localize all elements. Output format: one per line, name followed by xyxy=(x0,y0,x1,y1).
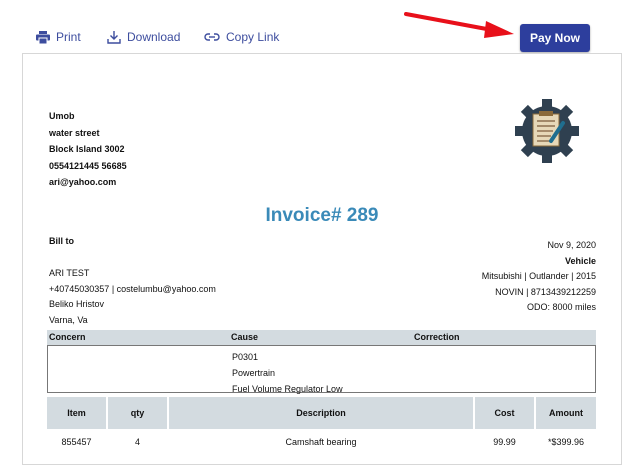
bill-to-info: ARI TEST +40745030357 | costelumbu@yahoo… xyxy=(49,266,216,328)
company-phone: 0554121445 56685 xyxy=(49,160,127,171)
bill-to-location: Varna, Va xyxy=(49,314,88,325)
company-logo xyxy=(515,99,579,163)
bill-to-contact: +40745030357 | costelumbu@yahoo.com xyxy=(49,283,216,294)
company-info: Umob water street Block Island 3002 0554… xyxy=(49,108,127,191)
vehicle-label: Vehicle xyxy=(564,255,596,266)
concern-table-header: Concern Cause Correction xyxy=(47,330,596,345)
vehicle-model: Mitsubishi | Outlander | 2015 xyxy=(481,271,596,281)
items-table-header: Item qty Description Cost Amount xyxy=(47,397,596,429)
vehicle-odo: ODO: 8000 miles xyxy=(526,302,596,312)
qty-cell: 4 xyxy=(134,437,140,447)
concern-table-body: P0301 Powertrain Fuel Volume Regulator L… xyxy=(47,345,596,394)
invoice-title: Invoice# 289 xyxy=(265,205,379,226)
copy-link-button[interactable]: Copy Link xyxy=(204,30,279,44)
cost-cell: 99.99 xyxy=(493,437,516,447)
concern-header: Concern xyxy=(49,332,86,342)
cause-line: Powertrain xyxy=(232,368,276,378)
vehicle-vin: NOVIN | 8713439212259 xyxy=(495,286,596,297)
toolbar: Print Download Copy Link Pay Now xyxy=(0,0,630,56)
description-cell: Camshaft bearing xyxy=(285,437,357,447)
bill-to-person: Beliko Hristov xyxy=(49,299,105,309)
description-header: Description xyxy=(169,397,473,429)
amount-header: Amount xyxy=(536,397,596,429)
cause-line: P0301 xyxy=(232,352,259,362)
pay-now-button[interactable]: Pay Now xyxy=(520,24,590,52)
item-cell: 855457 xyxy=(61,437,92,447)
company-street: water street xyxy=(49,127,100,138)
company-name: Umob xyxy=(49,111,75,121)
invoice-document: Umob water street Block Island 3002 0554… xyxy=(22,53,622,465)
link-icon xyxy=(204,32,220,42)
cause-cell: P0301 Powertrain Fuel Volume Regulator L… xyxy=(232,349,343,397)
print-button[interactable]: Print xyxy=(36,30,81,44)
cause-line: Fuel Volume Regulator Low xyxy=(232,384,343,394)
qty-header: qty xyxy=(108,397,167,429)
download-icon xyxy=(107,30,121,44)
correction-header: Correction xyxy=(414,332,460,342)
bill-to-label: Bill to xyxy=(49,236,74,246)
bill-to-name: ARI TEST xyxy=(49,268,90,278)
printer-icon xyxy=(36,30,50,44)
company-city: Block Island 3002 xyxy=(49,144,125,154)
print-label: Print xyxy=(56,30,81,44)
copy-link-label: Copy Link xyxy=(226,30,280,44)
invoice-date: Nov 9, 2020 xyxy=(547,240,596,250)
company-email: ari@yahoo.com xyxy=(49,177,117,187)
download-button[interactable]: Download xyxy=(107,30,180,44)
cost-header: Cost xyxy=(475,397,534,429)
vehicle-info: Nov 9, 2020 Vehicle Mitsubishi | Outland… xyxy=(482,238,596,316)
cause-header: Cause xyxy=(231,332,259,342)
amount-cell: *$399.96 xyxy=(547,437,585,447)
item-header: Item xyxy=(47,397,106,429)
red-arrow-icon xyxy=(404,12,514,38)
download-label: Download xyxy=(127,30,181,44)
